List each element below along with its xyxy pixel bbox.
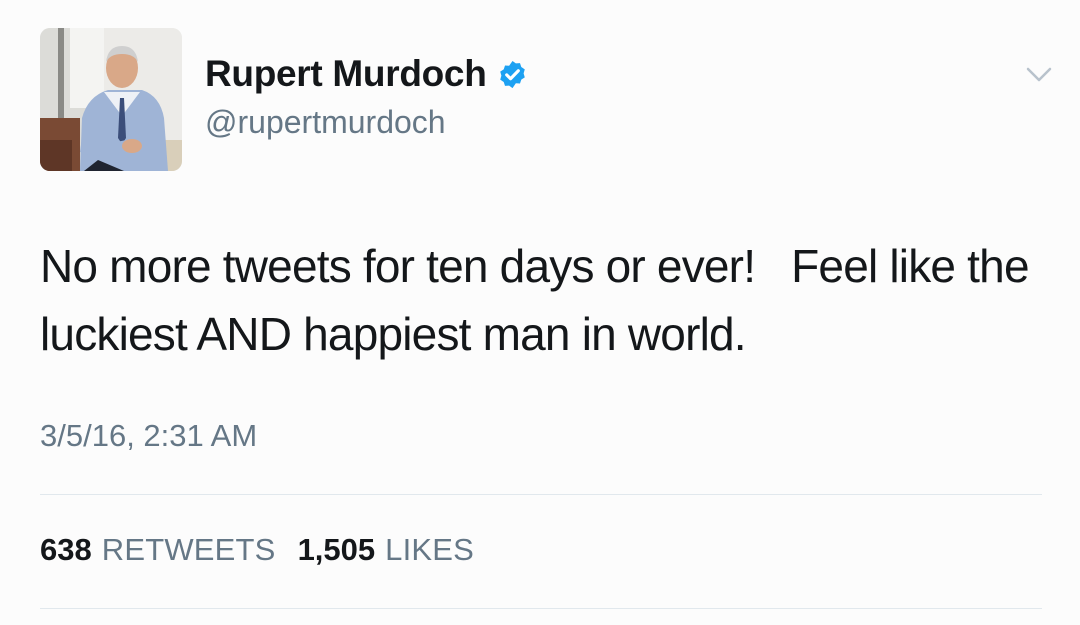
tweet-card: Rupert Murdoch @rupertmurdoch No more tw… (0, 0, 1080, 625)
divider (40, 608, 1042, 609)
retweets-label[interactable]: RETWEETS (102, 532, 276, 568)
display-name[interactable]: Rupert Murdoch (205, 53, 487, 95)
avatar[interactable] (40, 28, 182, 171)
verified-badge-icon (497, 59, 528, 90)
name-row: Rupert Murdoch (205, 52, 528, 96)
tweet-timestamp[interactable]: 3/5/16, 2:31 AM (40, 418, 257, 454)
user-handle[interactable]: @rupertmurdoch (205, 104, 528, 141)
tweet-stats: 638 RETWEETS 1,505 LIKES (40, 532, 496, 568)
avatar-photo (40, 28, 182, 171)
user-info[interactable]: Rupert Murdoch @rupertmurdoch (205, 52, 528, 141)
tweet-text: No more tweets for ten days or ever! Fee… (40, 240, 1041, 360)
chevron-down-icon[interactable] (1026, 66, 1052, 84)
divider (40, 494, 1042, 495)
retweets-count[interactable]: 638 (40, 532, 92, 568)
likes-count[interactable]: 1,505 (298, 532, 376, 568)
likes-label[interactable]: LIKES (385, 532, 474, 568)
